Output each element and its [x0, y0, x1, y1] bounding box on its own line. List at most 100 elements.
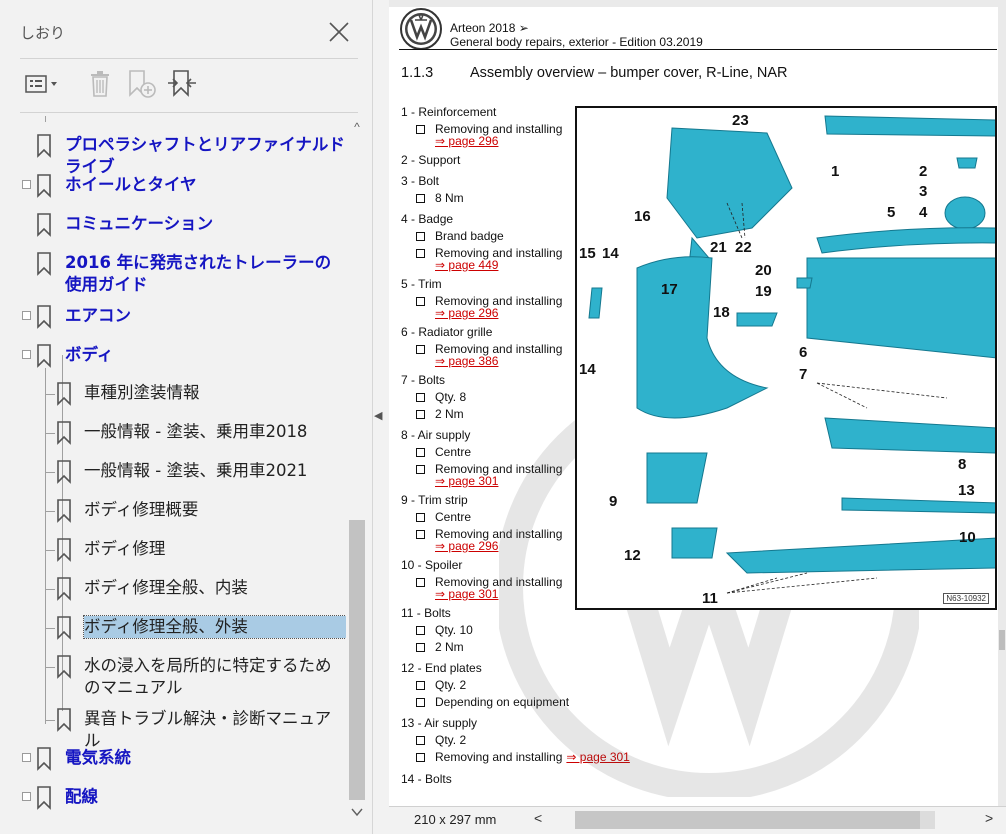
bookmark-row[interactable]: 水の浸入を局所的に特定するためのマニュアル: [0, 648, 346, 697]
scroll-up-arrow[interactable]: ^: [349, 120, 365, 134]
assembly-figure: 23 1 2 3 4 5 16 21 22 15 14 20 19 17 18 6 14 7 8 9 13 10 12 11 …: [575, 106, 997, 610]
bookmark-icon: [57, 616, 71, 640]
bookmark-row[interactable]: エアコン: [0, 298, 346, 338]
bookmark-label[interactable]: 2016 年に発売されたトレーラーの使用ガイド: [65, 252, 345, 296]
bookmark-row[interactable]: 一般情報 - 塗装、乗用車2018: [0, 414, 346, 454]
legend-subitem: Qty. 10: [416, 623, 473, 637]
trim-part-1: [824, 115, 995, 137]
bookmark-row[interactable]: ボディ: [0, 337, 346, 377]
bookmark-label[interactable]: コミュニケーション: [65, 213, 345, 235]
bookmark-label[interactable]: 配線: [65, 786, 345, 808]
bookmark-row[interactable]: コミュニケーション: [0, 206, 346, 246]
bookmark-icon: [37, 252, 51, 276]
divider: [20, 58, 358, 59]
horizontal-scroll-thumb[interactable]: [575, 811, 920, 829]
page-link[interactable]: ⇒ page 386: [435, 354, 498, 368]
page-link[interactable]: ⇒ page 301: [435, 474, 498, 488]
bookmark-row[interactable]: 電気系統: [0, 740, 346, 780]
bookmark-row[interactable]: プロペラシャフトとリアファイナルドライブ: [0, 127, 346, 176]
clip-part-18: [736, 312, 778, 327]
bookmark-label-selected[interactable]: ボディ修理全般、外装: [83, 615, 346, 639]
checkbox-bullet-icon: [416, 231, 425, 241]
bookmark-label[interactable]: ボディ修理: [84, 538, 346, 560]
bookmark-label[interactable]: 一般情報 - 塗装、乗用車2021: [84, 460, 346, 482]
page-link[interactable]: ⇒ page 296: [435, 539, 498, 553]
bookmark-row[interactable]: ホイールとタイヤ: [0, 167, 346, 207]
checkbox-bullet-icon: [416, 248, 425, 258]
bookmark-label[interactable]: 一般情報 - 塗装、乗用車2018: [84, 421, 346, 443]
find-bookmark-button[interactable]: [164, 66, 200, 102]
legend-subitem: Qty. 8: [416, 390, 466, 404]
bookmark-icon: [57, 577, 71, 601]
expand-toggle[interactable]: [22, 180, 31, 189]
horizontal-scrollbar[interactable]: [575, 811, 935, 829]
legend-subitem: 2 Nm: [416, 640, 464, 654]
callout-label: 14: [579, 361, 596, 378]
document-scrollbar[interactable]: [998, 0, 1006, 806]
new-bookmark-button[interactable]: [124, 66, 160, 102]
tree-connector: [45, 720, 55, 721]
callout-label: 3: [919, 183, 928, 200]
expand-toggle[interactable]: [22, 311, 31, 320]
bookmark-label[interactable]: ホイールとタイヤ: [65, 174, 345, 196]
page-link[interactable]: ⇒ page 296: [435, 306, 498, 320]
trim-part-5: [816, 227, 995, 254]
scroll-thumb[interactable]: [349, 520, 365, 800]
bookmark-label[interactable]: 車種別塗装情報: [84, 382, 346, 404]
bookmark-label[interactable]: 水の浸入を局所的に特定するためのマニュアル: [84, 655, 346, 699]
legend-item-title: 1 - Reinforcement: [401, 105, 497, 119]
bookmarks-panel: しおり プロペラシャフトとリアファイナルドライブ ホイールとタイヤ コミュニケー…: [0, 0, 373, 834]
new-bookmark-icon: [129, 70, 156, 98]
expand-toggle[interactable]: [22, 792, 31, 801]
document-viewer: Arteon 2018 ➢ General body repairs, exte…: [389, 0, 1006, 806]
bookmark-row[interactable]: ボディ修理: [0, 531, 346, 571]
legend-subitem-text: Depending on equipment: [435, 695, 570, 709]
bookmark-label[interactable]: ボディ修理概要: [84, 499, 346, 521]
bookmark-row[interactable]: 配線: [0, 779, 346, 819]
bumper-drawing: [588, 115, 995, 594]
checkbox-bullet-icon: [416, 193, 425, 203]
callout-label: 13: [958, 482, 975, 499]
bookmark-row[interactable]: ボディ修理全般、内装: [0, 570, 346, 610]
air-supply-part-8: [824, 417, 995, 454]
bookmark-label[interactable]: 電気系統: [65, 747, 345, 769]
tree-connector: [45, 628, 55, 629]
collapse-panel-button[interactable]: ◀: [374, 409, 382, 422]
expand-toggle[interactable]: [22, 753, 31, 762]
tree-scrollbar[interactable]: ^: [346, 116, 366, 826]
bookmark-label[interactable]: エアコン: [65, 305, 345, 327]
document-scroll-thumb[interactable]: [999, 630, 1005, 650]
document-edition: General body repairs, exterior - Edition…: [450, 35, 703, 49]
delete-bookmark-button[interactable]: [84, 66, 116, 102]
bookmark-label[interactable]: ボディ修理全般、内装: [84, 577, 346, 599]
bookmark-icon: [37, 786, 51, 810]
callout-label: 4: [919, 204, 928, 221]
checkbox-bullet-icon: [416, 625, 425, 635]
bookmark-row[interactable]: ボディ修理概要: [0, 492, 346, 532]
legend-subitem-text: Centre: [435, 445, 472, 459]
bookmark-label[interactable]: ボディ: [65, 344, 345, 366]
scroll-down-arrow[interactable]: [349, 806, 365, 820]
scroll-left-button[interactable]: <: [534, 810, 542, 826]
page-link[interactable]: ⇒ page 449: [435, 258, 498, 272]
close-panel-button[interactable]: [325, 18, 353, 46]
bookmark-row[interactable]: ボディ修理全般、外装: [0, 609, 346, 649]
page-link[interactable]: ⇒ page 301: [566, 750, 629, 764]
page-link[interactable]: ⇒ page 296: [435, 134, 498, 148]
callout-label: 2: [919, 163, 928, 180]
bookmark-row[interactable]: 一般情報 - 塗装、乗用車2021: [0, 453, 346, 493]
bookmark-row[interactable]: 2016 年に発売されたトレーラーの使用ガイド: [0, 245, 346, 294]
checkbox-bullet-icon: [416, 296, 425, 306]
checkbox-bullet-icon: [416, 447, 425, 457]
expand-toggle[interactable]: [22, 350, 31, 359]
scroll-right-button[interactable]: >: [985, 810, 993, 826]
legend-subitem: Centre: [416, 510, 471, 524]
page-link[interactable]: ⇒ page 301: [435, 587, 498, 601]
checkbox-bullet-icon: [416, 697, 425, 707]
legend-subitem: 2 Nm: [416, 407, 464, 421]
tree-connector: [45, 589, 55, 590]
bookmark-row[interactable]: 車種別塗装情報: [0, 375, 346, 415]
options-menu-button[interactable]: [22, 66, 64, 102]
spoiler-part-10: [725, 537, 995, 574]
bookmark-row[interactable]: 異音トラブル解決・診断マニュアル: [0, 701, 346, 750]
